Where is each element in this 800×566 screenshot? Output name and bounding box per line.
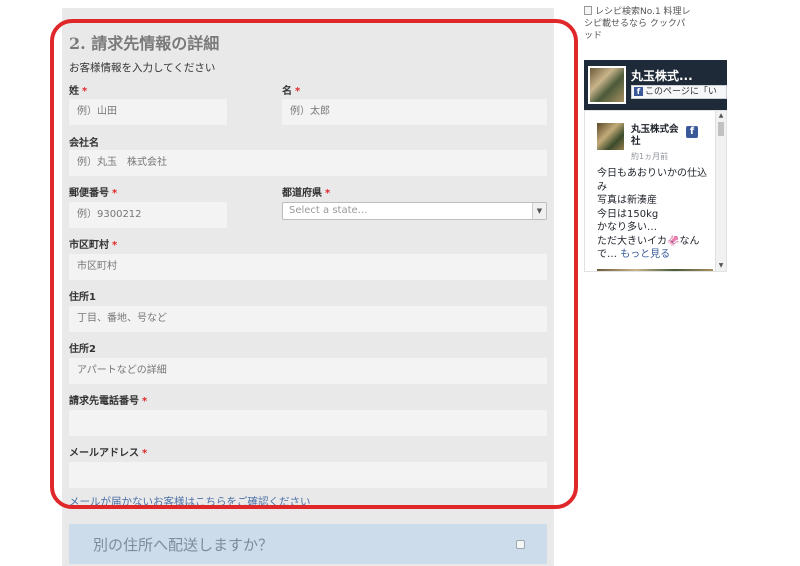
postcode-input[interactable]: 例）9300212 — [69, 202, 227, 228]
phone-label: 請求先電話番号 * — [69, 392, 147, 407]
facebook-post-avatar[interactable] — [597, 123, 624, 150]
post-line-last: ただ大きいイカ🦑なんで… もっと見る — [597, 235, 713, 262]
post-line: かなり多い… — [597, 222, 657, 233]
scroll-down-icon[interactable]: ▼ — [716, 261, 726, 271]
required-mark: * — [112, 188, 118, 199]
state-select-value: Select a state… — [289, 205, 368, 216]
required-mark: * — [142, 396, 148, 407]
ship-different-address-box[interactable]: 別の住所へ配送しますか？ — [69, 524, 547, 564]
last-name-label: 姓 * — [69, 82, 87, 97]
ship-different-address-checkbox[interactable] — [516, 540, 525, 549]
required-mark: * — [82, 86, 88, 97]
last-name-input[interactable]: 例）山田 — [69, 99, 227, 125]
facebook-post-body: 今日もあおりいかの仕込み 写真は新湊産 今日は150kg かなり多い… ただ大き… — [597, 167, 713, 262]
required-mark: * — [325, 188, 331, 199]
chevron-down-icon[interactable]: ▼ — [532, 203, 546, 219]
broken-image-icon — [584, 6, 592, 15]
facebook-page-photo — [588, 66, 626, 104]
address2-label: 住所2 — [69, 344, 96, 355]
facebook-post-time[interactable]: 約1ヵ月前 — [631, 151, 668, 162]
address1-label: 住所1 — [69, 292, 96, 303]
scrollbar-thumb[interactable] — [718, 122, 724, 136]
facebook-post-author[interactable]: 丸玉株式会社 — [631, 124, 686, 148]
required-mark: * — [295, 86, 301, 97]
email-label: メールアドレス * — [69, 444, 147, 459]
cookpad-banner[interactable]: レシピ検索No.1 料理レシピ載せるなら クックパッド — [584, 6, 694, 42]
address2-input[interactable]: アパートなどの詳細 — [69, 358, 547, 384]
required-mark: * — [112, 240, 118, 251]
email-label-text: メールアドレス — [69, 448, 139, 459]
state-label: 都道府県 * — [282, 184, 330, 199]
facebook-page-name[interactable]: 丸玉株式... — [631, 67, 693, 84]
postcode-label-text: 郵便番号 — [69, 188, 109, 199]
postcode-label: 郵便番号 * — [69, 184, 117, 199]
section-title: 2. 請求先情報の詳細 — [69, 34, 220, 53]
facebook-icon[interactable]: f — [686, 126, 698, 138]
post-line: 今日は150kg — [597, 208, 659, 220]
post-line: 写真は新湊産 — [597, 195, 657, 206]
last-name-label-text: 姓 — [69, 86, 79, 97]
first-name-label: 名 * — [282, 82, 300, 97]
address1-input[interactable]: 丁目、番地、号など — [69, 306, 547, 332]
city-input[interactable]: 市区町村 — [69, 254, 547, 280]
facebook-like-button[interactable]: f このページに「い — [631, 85, 727, 99]
email-input[interactable] — [69, 462, 547, 488]
facebook-page-header[interactable]: 丸玉株式... f このページに「い — [584, 60, 727, 110]
city-label: 市区町村 * — [69, 236, 117, 251]
see-more-link[interactable]: もっと見る — [620, 249, 670, 260]
phone-label-text: 請求先電話番号 — [69, 396, 139, 407]
company-label: 会社名 — [69, 138, 99, 149]
state-select[interactable]: Select a state… ▼ — [282, 202, 547, 220]
company-input[interactable]: 例）丸玉 株式会社 — [69, 150, 547, 176]
facebook-feed: 丸玉株式会社 f 約1ヵ月前 今日もあおりいかの仕込み 写真は新湊産 今日は15… — [584, 110, 727, 272]
ship-different-address-label: 別の住所へ配送しますか？ — [93, 536, 274, 554]
city-label-text: 市区町村 — [69, 240, 109, 251]
facebook-icon: f — [634, 87, 643, 96]
banner-alt-text: レシピ検索No.1 料理レシピ載せるなら クックパッド — [584, 7, 691, 41]
phone-input[interactable] — [69, 410, 547, 436]
intro-text: お客様情報を入力してください — [69, 62, 216, 74]
scroll-up-icon[interactable]: ▲ — [716, 111, 726, 121]
email-help-link[interactable]: メールが届かないお客様はこちらをご確認ください — [69, 494, 311, 509]
facebook-post-image[interactable] — [597, 269, 713, 271]
first-name-input[interactable]: 例）太郎 — [282, 99, 547, 125]
state-label-text: 都道府県 — [282, 188, 322, 199]
post-line: 今日もあおりいかの仕込み — [597, 168, 707, 193]
required-mark: * — [142, 448, 148, 459]
facebook-like-text: このページに「い — [645, 87, 717, 97]
first-name-label-text: 名 — [282, 86, 292, 97]
facebook-feed-scrollbar[interactable]: ▲ ▼ — [715, 111, 726, 271]
